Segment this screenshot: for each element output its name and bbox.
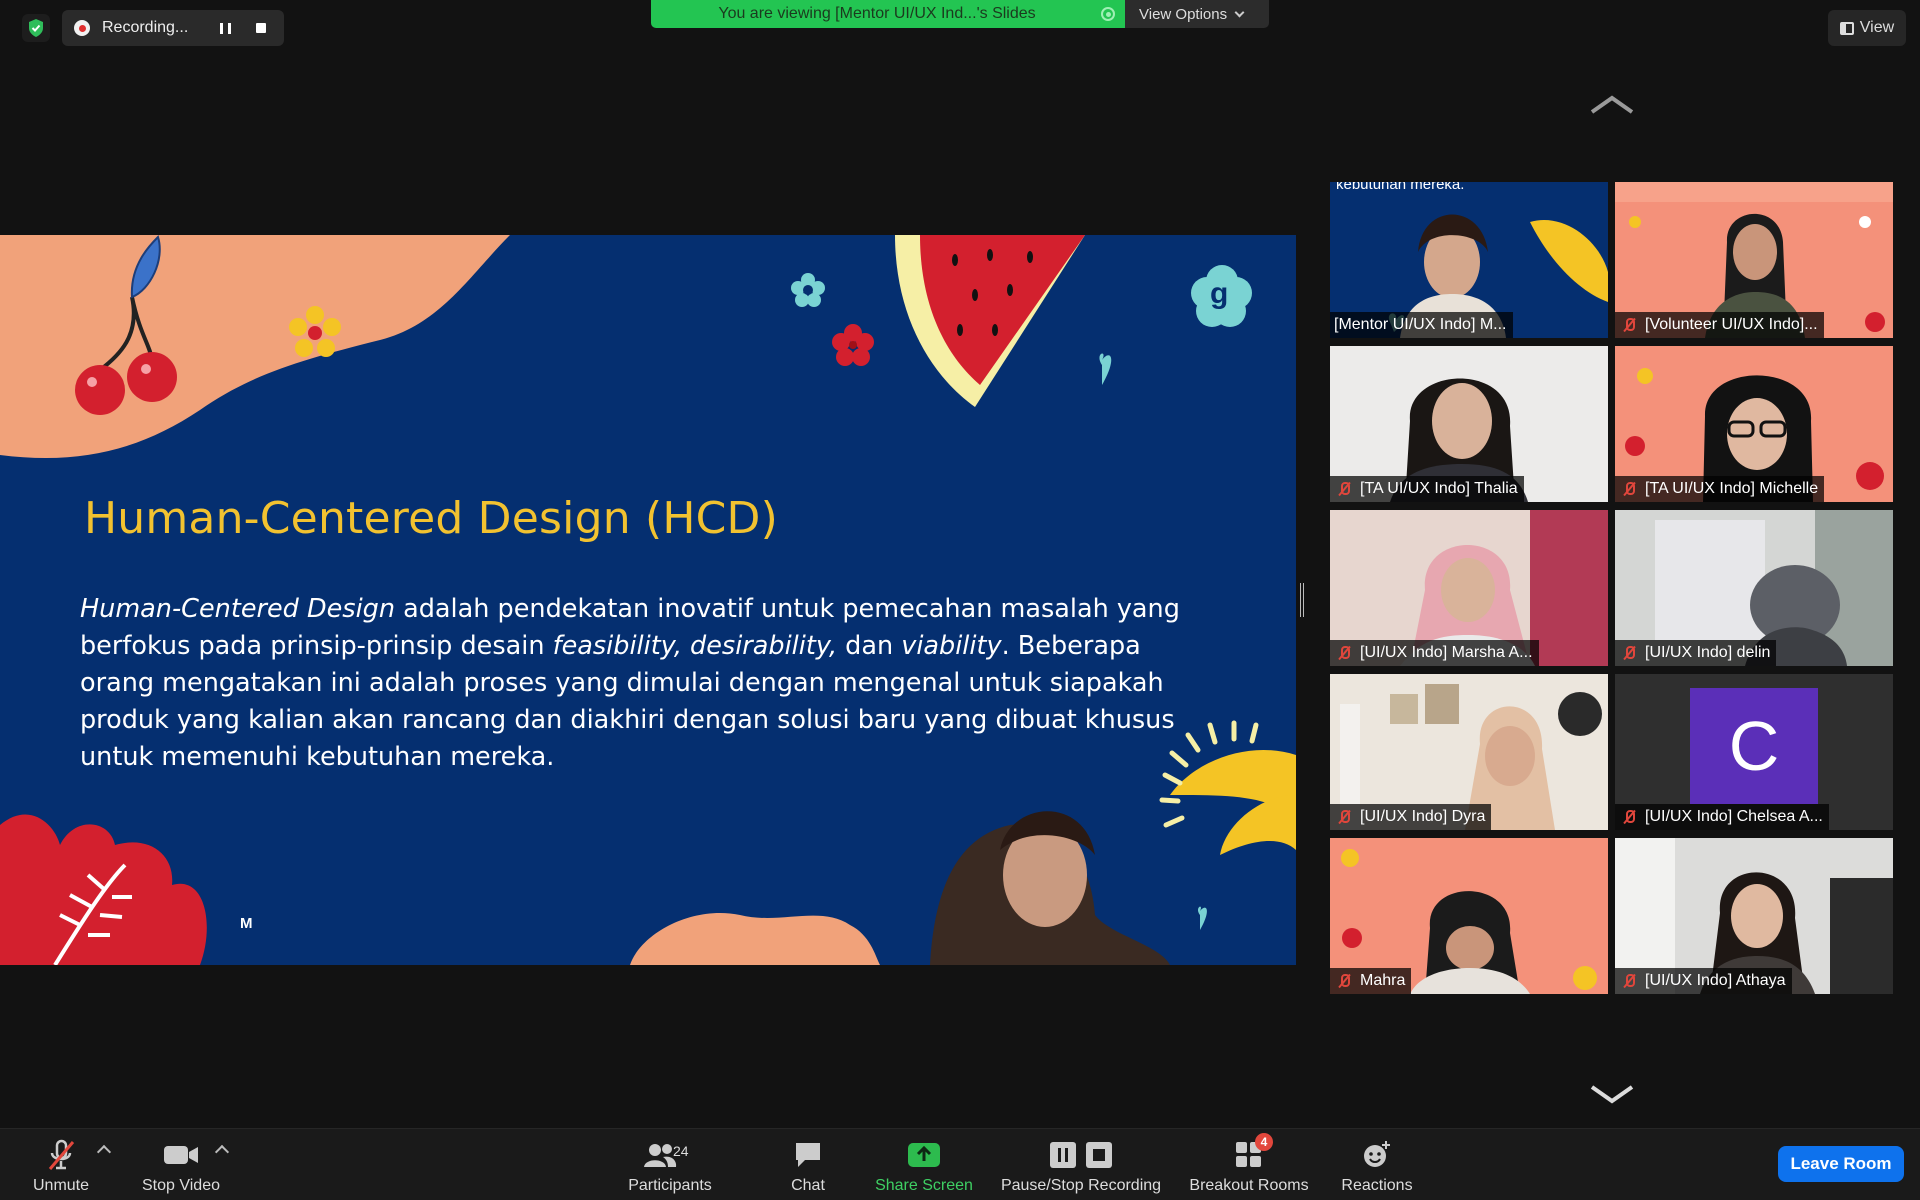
pause-stop-recording-label: Pause/Stop Recording	[1000, 1177, 1162, 1194]
muted-mic-icon	[1334, 808, 1354, 826]
slide-body-principles: feasibility, desirability,	[552, 631, 838, 661]
sharing-status-icon	[1101, 7, 1115, 21]
viewing-banner-text: You are viewing [Mentor UI/UX Ind...'s S…	[718, 5, 1036, 22]
participant-name-text: [UI/UX Indo] Chelsea A...	[1645, 808, 1823, 825]
layout-icon	[1839, 21, 1854, 35]
participants-label: Participants	[628, 1177, 712, 1194]
participant-name-text: [UI/UX Indo] Marsha A...	[1360, 644, 1533, 661]
participant-name-text: [UI/UX Indo] delin	[1645, 644, 1771, 661]
pause-stop-recording-button[interactable]: Pause/Stop Recording	[996, 1129, 1166, 1200]
muted-mic-icon	[1334, 644, 1354, 662]
stop-recording-icon[interactable]	[250, 17, 272, 39]
video-tile[interactable]: [TA UI/UX Indo] Michelle	[1615, 346, 1893, 502]
unmute-label: Unmute	[32, 1177, 90, 1194]
slide-logo: g	[1210, 277, 1229, 310]
breakout-rooms-button[interactable]: 4 Breakout Rooms	[1184, 1129, 1314, 1200]
breakout-rooms-label: Breakout Rooms	[1189, 1177, 1309, 1194]
slide-body-text: Human-Centered Design adalah pendekatan …	[80, 591, 1200, 776]
participants-icon: 24	[635, 1139, 705, 1171]
participant-avatar: C	[1690, 688, 1818, 804]
smiley-plus-icon	[1362, 1139, 1392, 1171]
video-tile[interactable]: [UI/UX Indo] Dyra	[1330, 674, 1608, 830]
leave-room-button[interactable]: Leave Room	[1778, 1146, 1904, 1182]
video-tile[interactable]: [TA UI/UX Indo] Thalia	[1330, 346, 1608, 502]
reactions-label: Reactions	[1341, 1177, 1413, 1194]
participants-button[interactable]: 24 Participants	[620, 1129, 720, 1200]
audio-options-chevron-icon[interactable]	[96, 1144, 112, 1160]
participant-name: [TA UI/UX Indo] Thalia	[1330, 476, 1524, 502]
muted-mic-icon	[1619, 808, 1639, 826]
chat-bubble-icon	[793, 1139, 823, 1171]
muted-mic-icon	[1619, 644, 1639, 662]
participant-name-text: Mahra	[1360, 972, 1406, 989]
recording-indicator: Recording...	[62, 10, 284, 46]
slide-body-principle: viability	[901, 631, 1002, 661]
participant-name-text: [UI/UX Indo] Dyra	[1360, 808, 1486, 825]
slide-corner-mark: M	[240, 915, 253, 932]
share-screen-icon	[907, 1139, 941, 1171]
meeting-toolbar: Unmute Stop Video 24 Participants Chat S…	[0, 1128, 1920, 1200]
tile-overlay-text: kebutuhan mereka.	[1336, 182, 1465, 193]
breakout-rooms-icon: 4	[1235, 1133, 1273, 1171]
video-tile[interactable]: C [UI/UX Indo] Chelsea A...	[1615, 674, 1893, 830]
participant-name: [UI/UX Indo] Chelsea A...	[1615, 804, 1829, 830]
video-tile[interactable]: [UI/UX Indo] Marsha A...	[1330, 510, 1608, 666]
muted-mic-icon	[1619, 316, 1639, 334]
share-screen-button[interactable]: Share Screen	[870, 1129, 978, 1200]
gallery-scroll-down-icon[interactable]	[1588, 1083, 1636, 1107]
security-shield-icon[interactable]	[22, 14, 50, 42]
participant-name: Mahra	[1330, 968, 1412, 994]
participant-name: [Mentor UI/UX Indo] M...	[1330, 312, 1513, 338]
video-tile-mentor[interactable]: kebutuhan mereka. [Mentor UI/UX Indo] M.…	[1330, 182, 1608, 338]
view-options-button[interactable]: View Options	[1125, 0, 1269, 28]
muted-mic-icon	[1619, 480, 1639, 498]
participant-name: [UI/UX Indo] Marsha A...	[1330, 640, 1539, 666]
video-tile[interactable]: [UI/UX Indo] delin	[1615, 510, 1893, 666]
slide-title: Human-Centered Design (HCD)	[84, 493, 778, 544]
breakout-rooms-badge: 4	[1255, 1133, 1273, 1151]
muted-mic-icon	[1334, 972, 1354, 990]
muted-microphone-icon	[46, 1139, 76, 1171]
participant-name: [Volunteer UI/UX Indo]...	[1615, 312, 1824, 338]
participant-name-text: [UI/UX Indo] Athaya	[1645, 972, 1786, 989]
view-options-label: View Options	[1139, 5, 1228, 23]
reactions-button[interactable]: Reactions	[1332, 1129, 1422, 1200]
participants-count: 24	[673, 1143, 689, 1159]
share-screen-label: Share Screen	[875, 1177, 973, 1194]
participant-name: [UI/UX Indo] Athaya	[1615, 968, 1792, 994]
stop-video-label: Stop Video	[142, 1177, 220, 1194]
unmute-button[interactable]: Unmute	[26, 1129, 96, 1200]
participant-name-text: [TA UI/UX Indo] Michelle	[1645, 480, 1819, 497]
view-button[interactable]: View	[1828, 10, 1906, 46]
muted-mic-icon	[1619, 972, 1639, 990]
recording-controls-icon	[1049, 1139, 1113, 1171]
stop-video-button[interactable]: Stop Video	[136, 1129, 226, 1200]
video-camera-icon	[163, 1139, 199, 1171]
gallery-scroll-up-icon[interactable]	[1588, 92, 1636, 116]
muted-mic-icon	[1334, 480, 1354, 498]
recording-label: Recording...	[102, 19, 189, 36]
video-tile[interactable]: [Volunteer UI/UX Indo]...	[1615, 182, 1893, 338]
slide-body-term: Human-Centered Design	[80, 594, 396, 624]
video-tile[interactable]: Mahra	[1330, 838, 1608, 994]
chat-label: Chat	[791, 1177, 825, 1194]
participant-name: [UI/UX Indo] Dyra	[1330, 804, 1492, 830]
recording-dot-icon	[74, 20, 90, 36]
pause-recording-icon[interactable]	[214, 17, 236, 39]
participant-name-text: [Volunteer UI/UX Indo]...	[1645, 316, 1818, 333]
video-tile[interactable]: [UI/UX Indo] Athaya	[1615, 838, 1893, 994]
shared-slide: Human-Centered Design (HCD) Human-Center…	[0, 235, 1296, 965]
slide-body-segment: dan	[837, 631, 902, 661]
view-button-label: View	[1859, 19, 1895, 36]
chevron-down-icon	[1234, 7, 1245, 17]
participant-name-text: [Mentor UI/UX Indo] M...	[1334, 316, 1507, 333]
participant-name: [UI/UX Indo] delin	[1615, 640, 1777, 666]
chat-button[interactable]: Chat	[778, 1129, 838, 1200]
zoom-meeting-window: Recording... You are viewing [Mentor UI/…	[0, 0, 1920, 1200]
participant-name-text: [TA UI/UX Indo] Thalia	[1360, 480, 1518, 497]
panel-resize-handle[interactable]	[1300, 583, 1304, 617]
participant-name: [TA UI/UX Indo] Michelle	[1615, 476, 1825, 502]
viewing-banner: You are viewing [Mentor UI/UX Ind...'s S…	[651, 0, 1125, 28]
